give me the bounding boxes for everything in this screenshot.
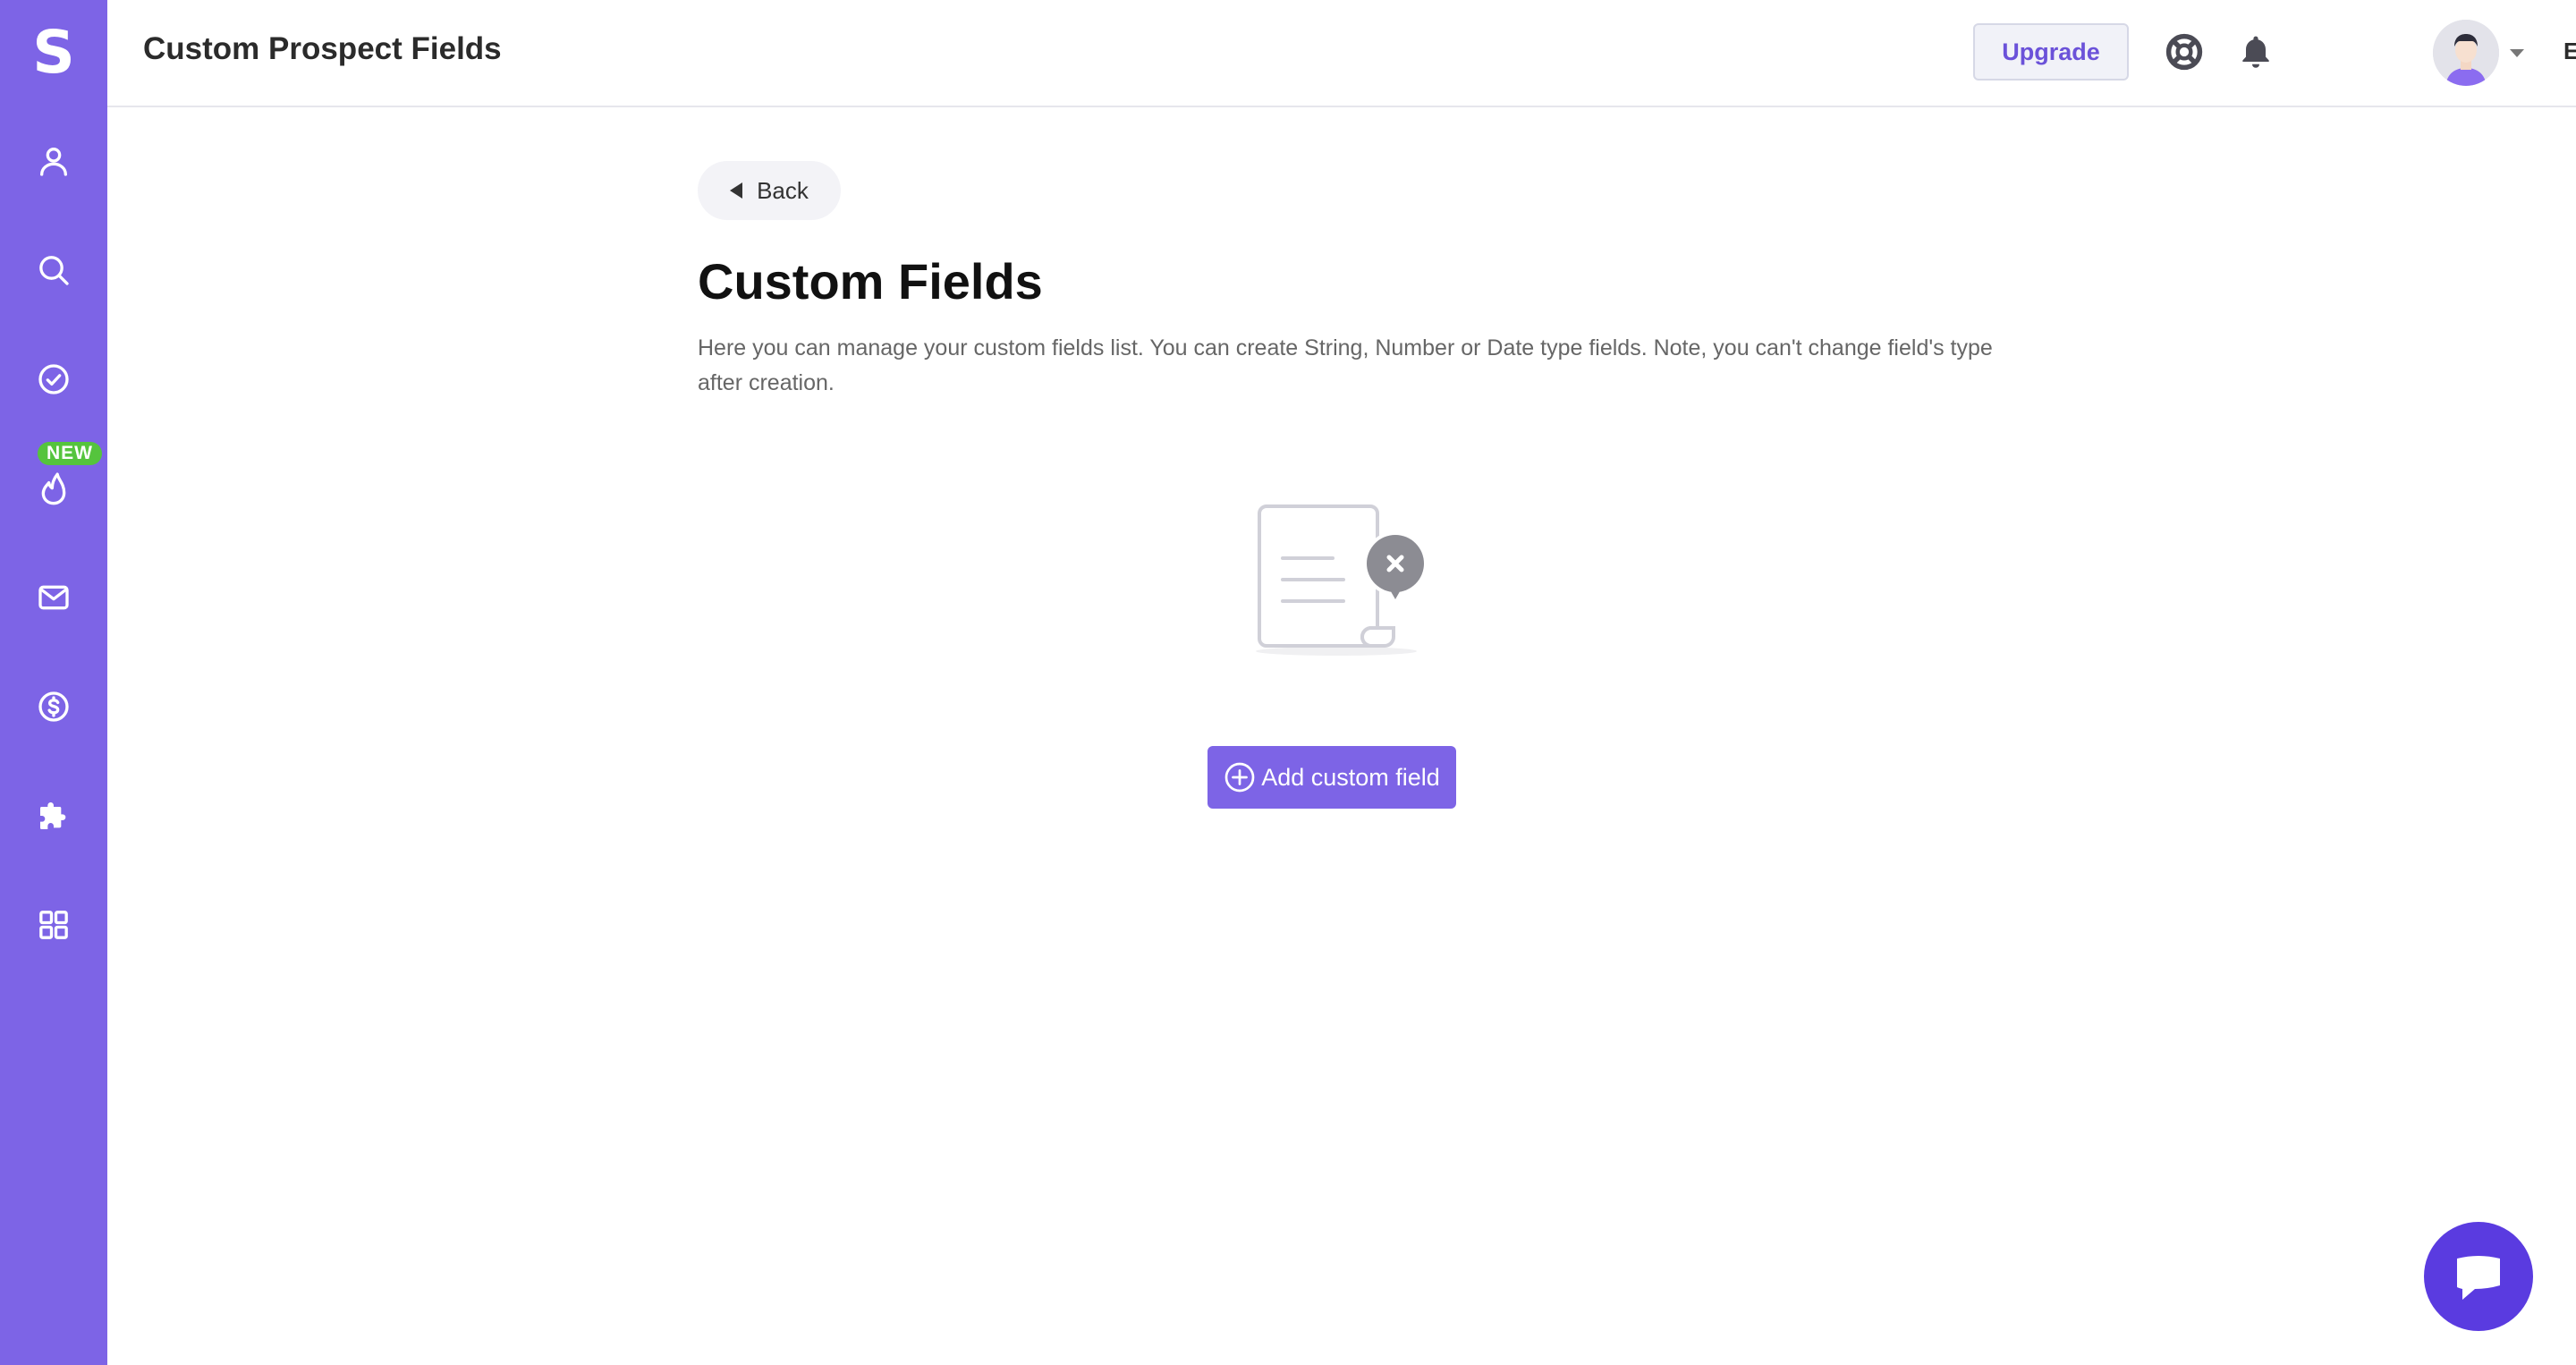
sidebar-item-tasks[interactable]: [0, 343, 107, 415]
check-circle-icon: [38, 364, 69, 394]
dollar-circle-icon: [38, 691, 69, 722]
sidebar-item-apps[interactable]: [0, 889, 107, 961]
back-label: Back: [757, 176, 809, 204]
sidebar-item-contacts[interactable]: [0, 125, 107, 197]
user-icon: [40, 148, 68, 176]
back-arrow-icon: [730, 182, 743, 199]
section-description: Here you can manage your custom fields l…: [698, 335, 1993, 395]
sidebar: S NEW: [0, 0, 107, 1365]
sidebar-item-search[interactable]: [0, 234, 107, 306]
sidebar-item-integrations[interactable]: [0, 780, 107, 852]
chat-widget-button[interactable]: [2424, 1222, 2533, 1331]
avatar[interactable]: [2433, 20, 2499, 86]
add-custom-field-label: Add custom field: [1261, 763, 1440, 791]
page-title: Custom Prospect Fields: [143, 31, 502, 66]
app-logo[interactable]: S: [0, 18, 107, 87]
avatar-chevron-down-icon[interactable]: [2510, 49, 2524, 57]
puzzle-icon: [40, 802, 66, 829]
top-header: Custom Prospect Fields Upgrade EN: [107, 0, 2576, 107]
language-selector[interactable]: EN: [2563, 38, 2576, 65]
flame-icon: [41, 472, 66, 505]
help-lifebuoy-icon[interactable]: [2165, 32, 2204, 72]
section-title: Custom Fields: [698, 253, 1043, 309]
add-custom-field-button[interactable]: Add custom field: [1208, 746, 1456, 809]
empty-document-icon: [1256, 504, 1428, 656]
upgrade-button[interactable]: Upgrade: [1973, 23, 2129, 81]
sidebar-item-email[interactable]: [0, 562, 107, 633]
back-button[interactable]: Back: [698, 161, 841, 220]
grid-icon: [39, 911, 68, 939]
user-avatar-icon: [2433, 20, 2499, 86]
plus-circle-icon: [1224, 762, 1255, 793]
new-badge: NEW: [38, 442, 102, 465]
search-icon: [39, 256, 69, 285]
mail-icon: [38, 585, 69, 610]
sidebar-item-billing[interactable]: [0, 671, 107, 742]
chat-bubble-icon: [2457, 1256, 2500, 1300]
bell-icon[interactable]: [2236, 32, 2275, 72]
